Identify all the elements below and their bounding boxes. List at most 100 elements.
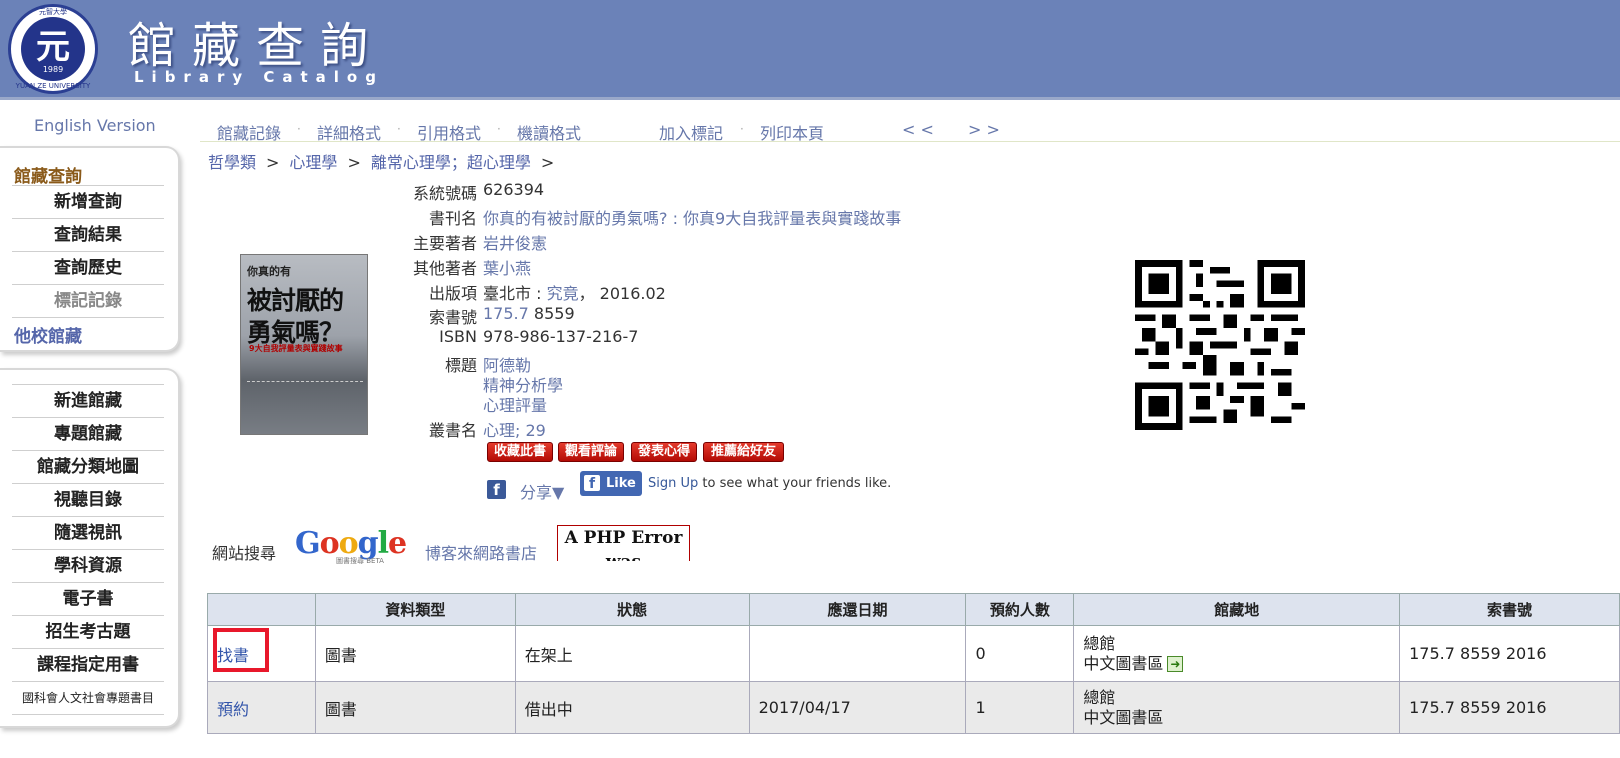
- breadcrumb-item-psychology[interactable]: 心理學: [289, 153, 337, 172]
- call-number-rest: 8559: [528, 304, 575, 323]
- page-header: 元智大學 元 1989 YUAN ZE UNIVERSITY 館藏查詢 Libr…: [0, 0, 1620, 100]
- sidebar-item-subject-resources[interactable]: 學科資源: [12, 550, 164, 583]
- call-number: 175.7 8559: [483, 304, 575, 323]
- sidebar-heading: 館藏查詢: [14, 167, 82, 187]
- column-header: 館藏地: [1073, 593, 1401, 626]
- sidebar-item-course-reserves[interactable]: 課程指定用書: [12, 649, 164, 682]
- add-tag-link[interactable]: 加入標記: [659, 120, 723, 144]
- facebook-signup-text: Sign Up to see what your friends like.: [648, 476, 891, 491]
- column-header: 索書號: [1399, 593, 1620, 626]
- sidebar-item-nsc-bibliography[interactable]: 國科會人文社會專題書目: [12, 682, 164, 715]
- write-review-button[interactable]: 發表心得: [631, 442, 697, 462]
- site-title: 館藏查詢: [128, 18, 385, 74]
- item-hold-count: 0: [965, 625, 1075, 682]
- separator-dot: ·: [740, 122, 744, 136]
- sidebar-item-past-exams[interactable]: 招生考古題: [12, 616, 164, 649]
- sidebar-item-new-arrivals[interactable]: 新進館藏: [12, 385, 164, 418]
- record-toolbar: 館藏記錄 · 詳細格式 · 引用格式 · 機讀格式 加入標記 · 列印本頁 < …: [200, 116, 1620, 144]
- holdings-table: 資料類型 狀態 應還日期 預約人數 館藏地 索書號 找書 圖書 在架上 0 總館…: [207, 593, 1620, 734]
- university-logo[interactable]: 元智大學 元 1989 YUAN ZE UNIVERSITY: [8, 4, 98, 94]
- view-reviews-button[interactable]: 觀看評論: [558, 442, 624, 462]
- signup-tail: to see what your friends like.: [698, 476, 892, 491]
- english-version-link[interactable]: English Version: [34, 116, 156, 135]
- bookmark-book-button[interactable]: 收藏此書: [487, 442, 553, 462]
- breadcrumb: 哲學類 > 心理學 > 離常心理學；超心理學 >: [208, 149, 564, 173]
- share-dropdown[interactable]: 分享▼: [520, 479, 564, 503]
- sidebar-item-other-libraries[interactable]: 他校館藏: [14, 322, 82, 347]
- previous-record-button[interactable]: < <: [902, 120, 934, 139]
- facebook-icon: f: [584, 475, 600, 492]
- item-call-number: 175.7 8559 2016: [1399, 625, 1620, 682]
- field-label-author: 主要著者: [412, 234, 477, 253]
- item-location: 總館 中文圖書區: [1073, 681, 1401, 734]
- facebook-like-button[interactable]: f Like: [580, 471, 642, 496]
- separator-dot: ·: [297, 122, 301, 136]
- sidebar-item-new-search[interactable]: 新增查詢: [12, 186, 164, 219]
- item-location: 總館 中文圖書區 ➜: [1073, 625, 1401, 682]
- sidebar-item-search-results[interactable]: 查詢結果: [12, 219, 164, 252]
- item-due-date: 2017/04/17: [748, 681, 967, 734]
- item-status: 借出中: [514, 681, 750, 734]
- field-label-series: 叢書名: [428, 421, 477, 440]
- logo-ring-bottom-text: YUAN ZE UNIVERSITY: [15, 82, 91, 90]
- book-title-link[interactable]: 你真的有被討厭的勇氣嗎? : 你真9大自我評量表與實踐故事: [483, 205, 901, 229]
- books-com-tw-link[interactable]: 博客來網路書店: [425, 540, 537, 564]
- sidebar-item-search-history[interactable]: 查詢歷史: [12, 252, 164, 285]
- google-books-caption: 圖書搜尋 BETA: [336, 557, 384, 565]
- like-label: Like: [606, 476, 636, 491]
- breadcrumb-separator: >: [266, 153, 280, 172]
- item-call-number: 175.7 8559 2016: [1399, 681, 1620, 734]
- breadcrumb-item-abnormal-psychology[interactable]: 離常心理學；超心理學: [371, 153, 531, 172]
- table-row: 預約 圖書 借出中 2017/04/17 1 總館 中文圖書區 175.7 855…: [207, 681, 1620, 734]
- column-header: [207, 593, 316, 626]
- facebook-icon[interactable]: f: [487, 480, 506, 499]
- sidebar-item-special-collections[interactable]: 專題館藏: [12, 418, 164, 451]
- item-type: 圖書: [314, 625, 516, 682]
- find-book-highlight-box: [213, 628, 269, 672]
- publication-info: 臺北市 : 究竟， 2016.02: [483, 280, 666, 304]
- column-header: 資料類型: [314, 593, 516, 626]
- field-label-call-number: 索書號: [428, 308, 477, 327]
- field-label-system-no: 系統號碼: [412, 184, 477, 203]
- sidebar-item-classification-map[interactable]: 館藏分類地圖: [12, 451, 164, 484]
- logo-ring-top-text: 元智大學: [39, 8, 67, 16]
- tab-holdings-record[interactable]: 館藏記錄: [217, 120, 281, 144]
- author-link[interactable]: 岩井俊憲: [483, 230, 547, 254]
- field-label-subject: 標題: [444, 356, 477, 375]
- location-map-arrow-icon[interactable]: ➜: [1167, 656, 1184, 672]
- column-header: 應還日期: [748, 593, 967, 626]
- field-label-publisher: 出版項: [428, 284, 477, 303]
- series-link[interactable]: 心理; 29: [483, 417, 546, 441]
- publisher-link[interactable]: 究竟: [547, 284, 579, 303]
- item-due-date: [748, 625, 967, 682]
- field-label-isbn: ISBN: [439, 327, 477, 346]
- reserve-link[interactable]: 預約: [217, 700, 249, 719]
- tab-citation-format[interactable]: 引用格式: [417, 120, 481, 144]
- subject-link[interactable]: 心理評量: [483, 392, 547, 416]
- separator-dot: ·: [497, 122, 501, 136]
- sidebar-item-video-on-demand[interactable]: 隨選視訊: [12, 517, 164, 550]
- cover-text: 9大自我評量表與實踐故事: [249, 344, 343, 353]
- print-page-link[interactable]: 列印本頁: [760, 120, 824, 144]
- location-branch: 總館: [1083, 687, 1116, 707]
- location-branch: 總館: [1083, 633, 1116, 653]
- sidebar-item-marked-records[interactable]: 標記記錄: [12, 285, 164, 318]
- call-number-class-link[interactable]: 175.7: [483, 304, 529, 323]
- publication-date: ， 2016.02: [578, 284, 666, 303]
- tab-marc-format[interactable]: 機讀格式: [517, 120, 581, 144]
- sidebar-item-av-catalog[interactable]: 視聽目錄: [12, 484, 164, 517]
- sidebar-item-ebooks[interactable]: 電子書: [12, 583, 164, 616]
- next-record-button[interactable]: > >: [968, 120, 1000, 139]
- breadcrumb-item-philosophy[interactable]: 哲學類: [208, 153, 256, 172]
- logo-year: 1989: [42, 65, 64, 74]
- other-author-link[interactable]: 葉小燕: [483, 255, 531, 279]
- book-cover-image[interactable]: 你真的有 被討厭的 勇氣嗎？ 9大自我評量表與實踐故事: [240, 254, 368, 435]
- location-area: 中文圖書區: [1083, 707, 1164, 727]
- tab-detailed-format[interactable]: 詳細格式: [317, 120, 381, 144]
- cover-text: 被討厭的: [247, 286, 344, 315]
- item-hold-count: 1: [965, 681, 1075, 734]
- table-row: 找書 圖書 在架上 0 總館 中文圖書區 ➜ 175.7 8559 2016: [207, 625, 1620, 682]
- field-label-title: 書刊名: [428, 209, 477, 228]
- facebook-signup-link[interactable]: Sign Up: [648, 476, 698, 491]
- recommend-friend-button[interactable]: 推薦給好友: [703, 442, 784, 462]
